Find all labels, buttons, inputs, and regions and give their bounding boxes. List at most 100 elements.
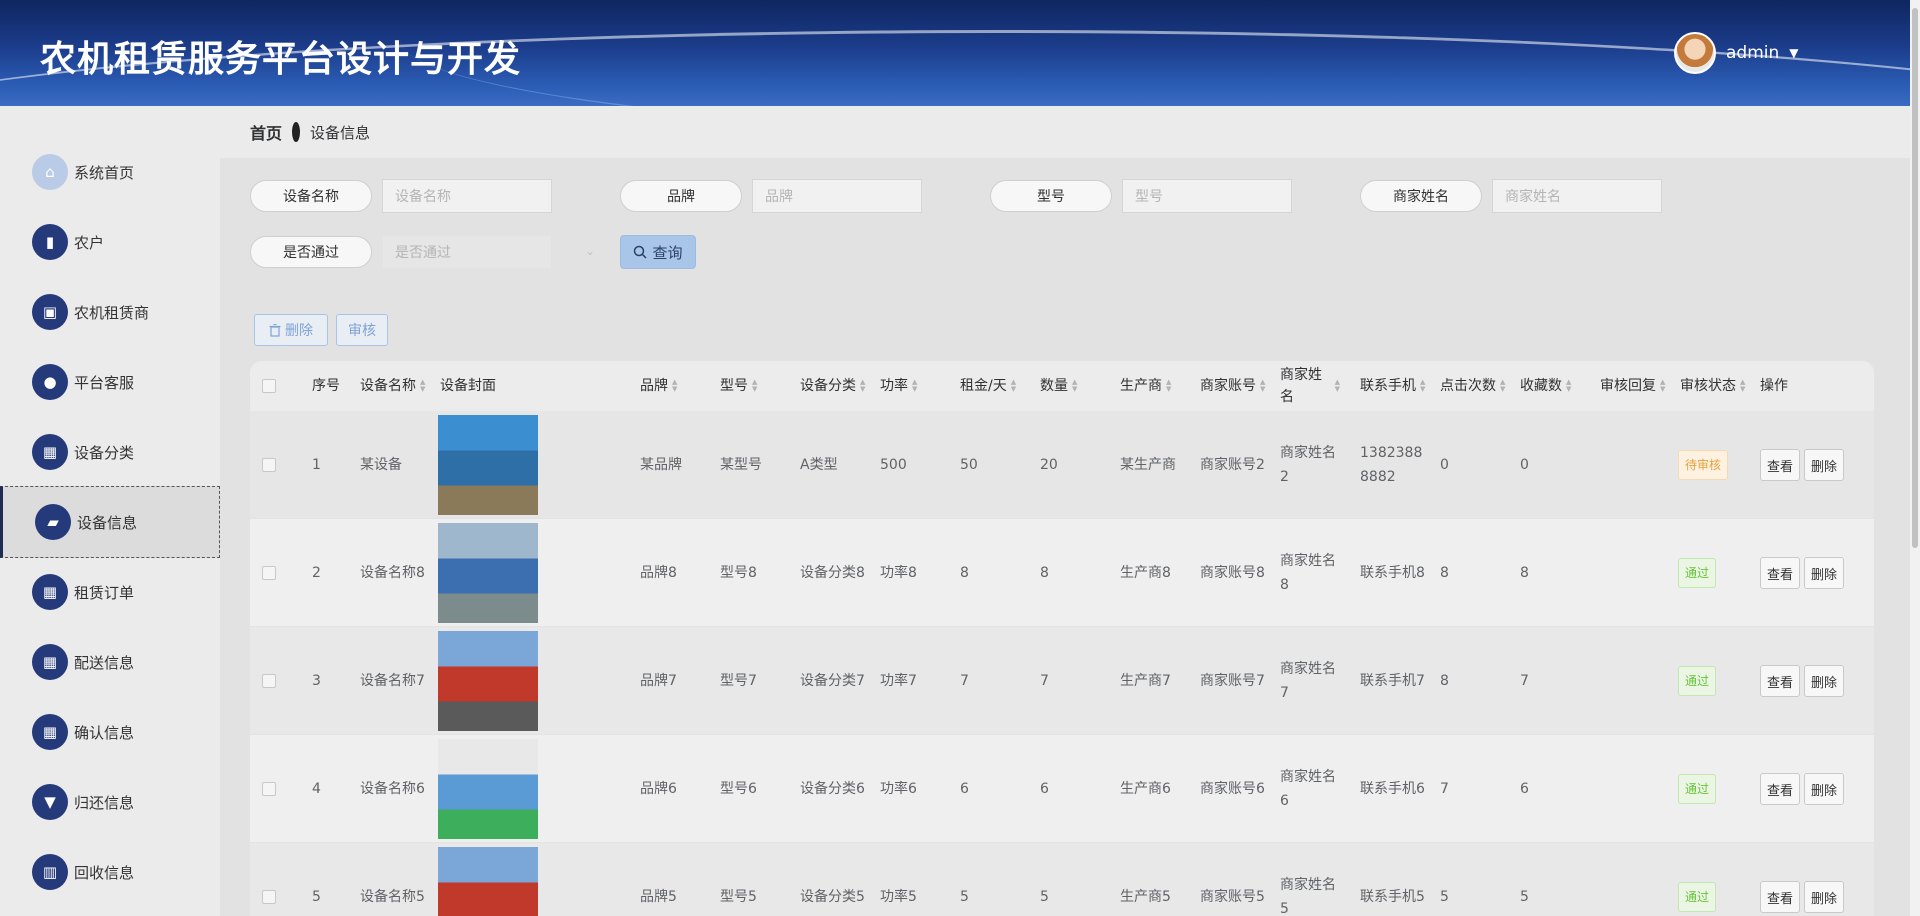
view-button[interactable]: 查看 — [1760, 773, 1800, 805]
row-checkbox[interactable] — [262, 566, 276, 580]
sort-icon[interactable]: ▲ ▼ — [912, 379, 917, 393]
grid-icon: ▦ — [32, 434, 68, 470]
brand-input[interactable] — [752, 179, 922, 213]
table-row[interactable]: 2 设备名称8 品牌8 型号8 设备分类8 功率8 8 8 生产商8 商家账号8 商家姓名8 联系手机… — [250, 519, 1874, 627]
delete-button[interactable]: 删除 — [1804, 881, 1844, 913]
column-header[interactable]: 设备分类 ▲ ▼ — [800, 361, 870, 411]
row-checkbox[interactable] — [262, 674, 276, 688]
column-header[interactable]: 审核回复 ▲ ▼ — [1600, 361, 1670, 411]
row-checkbox[interactable] — [262, 890, 276, 904]
sidebar-item-10[interactable]: ▥ 回收信息 — [0, 836, 220, 908]
table-row[interactable]: 3 设备名称7 品牌7 型号7 设备分类7 功率7 7 7 生产商7 商家账号7 商家姓名7 联系手机… — [250, 627, 1874, 735]
sidebar-item-5[interactable]: ▰ 设备信息 — [0, 486, 220, 558]
sort-icon[interactable]: ▲ ▼ — [1260, 379, 1265, 393]
scrollbar-thumb[interactable] — [1912, 8, 1918, 548]
approved-select[interactable] — [382, 235, 552, 269]
column-header[interactable]: 点击次数 ▲ ▼ — [1440, 361, 1510, 411]
query-button[interactable]: 查询 — [620, 235, 696, 269]
column-header[interactable]: 设备名称 ▲ ▼ — [360, 361, 430, 411]
column-header[interactable]: 生产商 ▲ ▼ — [1120, 361, 1180, 411]
column-header[interactable]: 数量 ▲ ▼ — [1040, 361, 1110, 411]
table-cell-power: 功率8 — [880, 565, 917, 581]
delete-button[interactable]: 删除 — [1804, 665, 1844, 697]
device-cover-image[interactable] — [438, 739, 538, 839]
column-header[interactable]: 审核状态 ▲ ▼ — [1680, 361, 1750, 411]
sort-icon[interactable]: ▲ ▼ — [1500, 379, 1505, 393]
device-cover-image[interactable] — [438, 631, 538, 731]
query-label: 查询 — [652, 243, 683, 262]
sort-icon[interactable]: ▲ ▼ — [1072, 379, 1077, 393]
delete-button[interactable]: 删除 — [1804, 449, 1844, 481]
sort-icon[interactable]: ▲ ▼ — [860, 379, 865, 393]
table-cell-model: 型号6 — [720, 781, 757, 797]
table-cell-favs: 5 — [1520, 889, 1529, 905]
column-header[interactable]: 功率 ▲ ▼ — [880, 361, 950, 411]
row-checkbox[interactable] — [262, 782, 276, 796]
table-row[interactable]: 5 设备名称5 品牌5 型号5 设备分类5 功率5 5 5 生产商5 商家账号5 商家姓名5 联系手机… — [250, 843, 1874, 916]
name-input[interactable] — [382, 179, 552, 213]
table-cell-no: 2 — [312, 565, 321, 581]
table-cell-category: 设备分类8 — [800, 565, 865, 581]
sort-icon[interactable]: ▲ ▼ — [1740, 379, 1745, 393]
column-header[interactable]: 型号 ▲ ▼ — [720, 361, 790, 411]
device-cover-image[interactable] — [438, 523, 538, 623]
column-header-label: 商家姓名 — [1280, 367, 1322, 405]
device-cover-image[interactable] — [438, 415, 538, 515]
sidebar-item-1[interactable]: ▮ 农户 — [0, 206, 220, 278]
column-header[interactable]: 商家姓名 ▲ ▼ — [1280, 361, 1340, 411]
table-cell-qty: 8 — [1040, 565, 1049, 581]
sidebar-item-2[interactable]: ▣ 农机租赁商 — [0, 276, 220, 348]
sort-icon[interactable]: ▲ ▼ — [1420, 379, 1425, 393]
table-cell-category: 设备分类5 — [800, 889, 865, 905]
sidebar-item-7[interactable]: ▦ 配送信息 — [0, 626, 220, 698]
sort-icon[interactable]: ▲ ▼ — [1660, 379, 1665, 393]
sort-icon[interactable]: ▲ ▼ — [420, 379, 425, 393]
delete-button[interactable]: 删除 — [1804, 773, 1844, 805]
chevron-down-icon[interactable]: ⌄ — [585, 244, 595, 258]
sort-icon[interactable]: ▲ ▼ — [1566, 379, 1571, 393]
sort-icon[interactable]: ▲ ▼ — [1011, 379, 1016, 393]
view-button[interactable]: 查看 — [1760, 665, 1800, 697]
sort-icon[interactable]: ▲ ▼ — [1166, 379, 1171, 393]
caret-down-icon[interactable]: ▼ — [1789, 46, 1798, 60]
row-checkbox[interactable] — [262, 458, 276, 472]
column-header[interactable]: 收藏数 ▲ ▼ — [1520, 361, 1590, 411]
column-header-label: 型号 — [720, 378, 748, 394]
delete-button[interactable]: 删除 — [1804, 557, 1844, 589]
table-cell-category: A类型 — [800, 457, 838, 473]
user-menu[interactable]: admin ▼ — [1674, 32, 1799, 74]
avatar[interactable] — [1674, 32, 1716, 74]
sidebar-item-4[interactable]: ▦ 设备分类 — [0, 416, 220, 488]
table-cell-account: 商家账号6 — [1200, 781, 1265, 797]
bulk-delete-button[interactable]: 删除 — [254, 314, 328, 346]
sidebar-item-8[interactable]: ▦ 确认信息 — [0, 696, 220, 768]
table-cell-maker: 生产商8 — [1120, 565, 1171, 581]
column-header[interactable]: 商家账号 ▲ ▼ — [1200, 361, 1270, 411]
sidebar-item-9[interactable]: ▼ 归还信息 — [0, 766, 220, 838]
view-button[interactable]: 查看 — [1760, 881, 1800, 913]
sort-icon[interactable]: ▲ ▼ — [752, 379, 757, 393]
username[interactable]: admin — [1726, 43, 1779, 63]
table-cell-name: 设备名称5 — [360, 889, 425, 905]
sort-icon[interactable]: ▲ ▼ — [672, 379, 677, 393]
model-input[interactable] — [1122, 179, 1292, 213]
page-scrollbar[interactable] — [1910, 0, 1920, 916]
sidebar-item-6[interactable]: ▦ 租赁订单 — [0, 556, 220, 628]
table-cell-account: 商家账号8 — [1200, 565, 1265, 581]
breadcrumb-home[interactable]: 首页 — [250, 120, 282, 144]
column-header[interactable]: 租金/天 ▲ ▼ — [960, 361, 1030, 411]
audit-button[interactable]: 审核 — [336, 314, 388, 346]
sort-icon[interactable]: ▲ ▼ — [1335, 379, 1340, 393]
view-button[interactable]: 查看 — [1760, 557, 1800, 589]
table-row[interactable]: 1 某设备 某品牌 某型号 A类型 500 50 20 某生产商 商家账号2 商家姓名2 138238… — [250, 411, 1874, 519]
view-button[interactable]: 查看 — [1760, 449, 1800, 481]
sidebar-item-0[interactable]: ⌂ 系统首页 — [0, 136, 220, 208]
status-cell: 通过 — [1678, 735, 1748, 843]
table-row[interactable]: 4 设备名称6 品牌6 型号6 设备分类6 功率6 6 6 生产商6 商家账号6 商家姓名6 联系手机… — [250, 735, 1874, 843]
device-cover-image[interactable] — [438, 847, 538, 916]
merchant-input[interactable] — [1492, 179, 1662, 213]
select-all-checkbox[interactable] — [262, 379, 276, 393]
column-header[interactable]: 联系手机 ▲ ▼ — [1360, 361, 1430, 411]
sidebar-item-3[interactable]: ● 平台客服 — [0, 346, 220, 418]
column-header[interactable]: 品牌 ▲ ▼ — [640, 361, 710, 411]
